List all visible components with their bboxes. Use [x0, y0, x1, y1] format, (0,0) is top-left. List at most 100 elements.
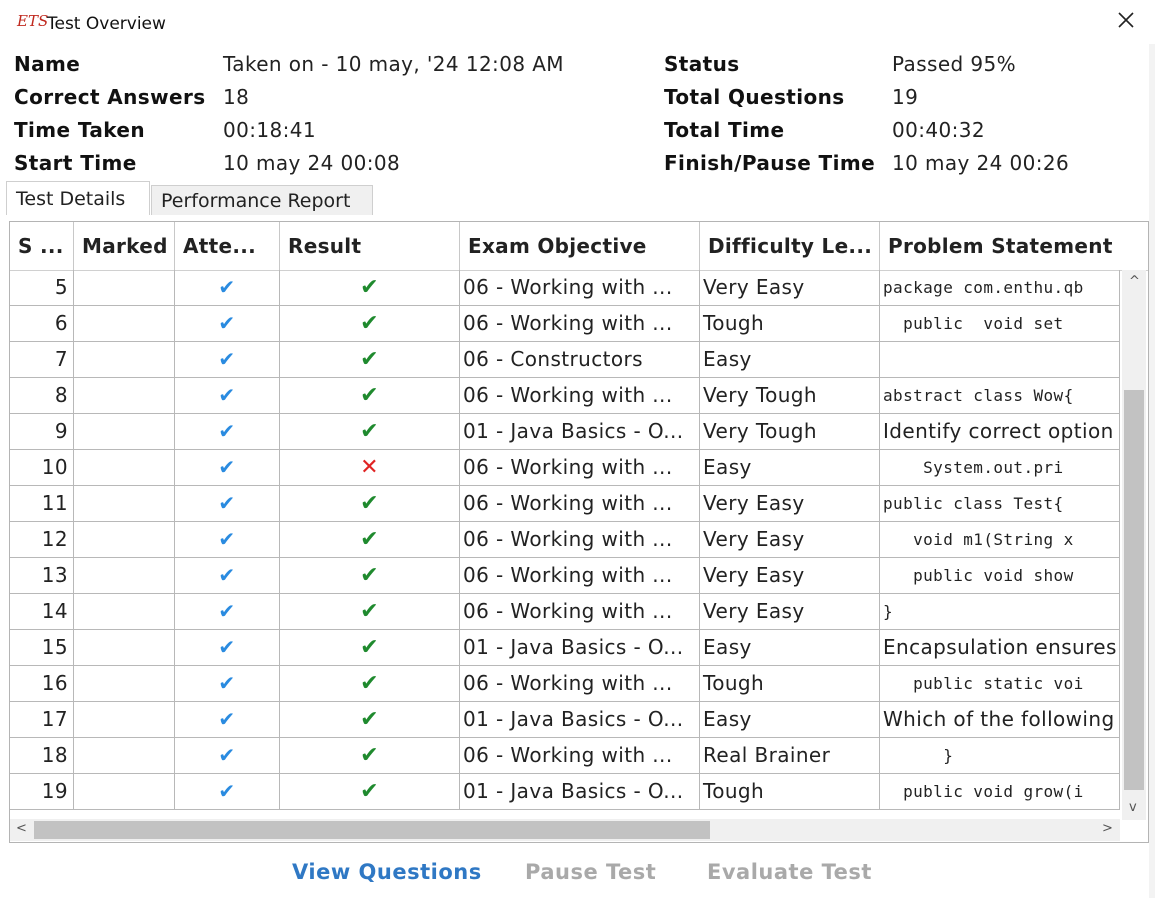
header-result[interactable]: Result — [280, 222, 460, 270]
attempted-check-icon: ✔ — [218, 419, 236, 443]
exam-objective-cell: 06 - Working with ... — [460, 594, 700, 629]
app-logo: ETS — [17, 12, 49, 30]
exam-objective-cell: 06 - Working with ... — [460, 378, 700, 413]
attempted-cell: ✔ — [175, 774, 280, 809]
view-questions-button[interactable]: View Questions — [292, 860, 482, 884]
results-table: S ... Marked Atte... Result Exam Objecti… — [9, 221, 1149, 843]
correct-check-icon: ✔ — [360, 311, 379, 336]
problem-statement-cell — [880, 342, 1120, 377]
attempted-cell: ✔ — [175, 306, 280, 341]
table-row[interactable]: 12 ✔ ✔ 06 - Working with ... Very Easy void … — [10, 522, 1120, 558]
table-row[interactable]: 10 ✔ ✕ 06 - Working with ... Easy System.out… — [10, 450, 1120, 486]
tab-performance-report[interactable]: Performance Report — [151, 185, 373, 215]
header-exam-objective[interactable]: Exam Objective — [460, 222, 700, 270]
time-taken-label: Time Taken — [14, 118, 145, 142]
total-questions-label: Total Questions — [664, 85, 845, 109]
difficulty-cell: Easy — [700, 342, 880, 377]
header-attempted[interactable]: Atte... — [175, 222, 280, 270]
marked-cell — [74, 486, 175, 521]
table-row[interactable]: 18 ✔ ✔ 06 - Working with ... Real Brainer } — [10, 738, 1120, 774]
exam-objective-cell: 01 - Java Basics - O... — [460, 630, 700, 665]
problem-statement-cell: public void set — [880, 306, 1120, 341]
result-cell: ✔ — [280, 630, 460, 665]
attempted-cell: ✔ — [175, 558, 280, 593]
correct-check-icon: ✔ — [360, 563, 379, 588]
scroll-left-icon[interactable]: < — [16, 821, 27, 836]
table-row[interactable]: 16 ✔ ✔ 06 - Working with ... Tough public st… — [10, 666, 1120, 702]
result-cell: ✔ — [280, 306, 460, 341]
scroll-down-icon[interactable]: v — [1129, 800, 1137, 815]
correct-check-icon: ✔ — [360, 779, 379, 804]
table-row[interactable]: 19 ✔ ✔ 01 - Java Basics - O... Tough public … — [10, 774, 1120, 810]
header-serial[interactable]: S ... — [10, 222, 74, 270]
start-time-value: 10 may 24 00:08 — [223, 151, 401, 175]
horizontal-scroll-thumb[interactable] — [34, 821, 710, 839]
marked-cell — [74, 378, 175, 413]
vertical-scrollbar[interactable]: ^ v — [1122, 270, 1146, 820]
attempted-check-icon: ✔ — [218, 743, 236, 767]
marked-cell — [74, 522, 175, 557]
attempted-check-icon: ✔ — [218, 635, 236, 659]
serial-cell: 19 — [10, 774, 74, 809]
title-bar: ETS Test Overview — [0, 0, 1155, 44]
exam-objective-cell: 06 - Working with ... — [460, 306, 700, 341]
header-problem-statement[interactable]: Problem Statement — [880, 222, 1148, 270]
footer-actions: View Questions Pause Test Evaluate Test — [0, 848, 1155, 898]
exam-objective-cell: 06 - Working with ... — [460, 486, 700, 521]
marked-cell — [74, 666, 175, 701]
table-row[interactable]: 14 ✔ ✔ 06 - Working with ... Very Easy} — [10, 594, 1120, 630]
pause-test-button[interactable]: Pause Test — [525, 860, 656, 884]
window-edge — [1149, 44, 1155, 898]
table-row[interactable]: 7 ✔ ✔ 06 - Constructors Easy — [10, 342, 1120, 378]
marked-cell — [74, 774, 175, 809]
exam-objective-cell: 06 - Working with ... — [460, 558, 700, 593]
problem-statement-cell: abstract class Wow{ — [880, 378, 1120, 413]
exam-objective-cell: 06 - Working with ... — [460, 270, 700, 305]
attempted-check-icon: ✔ — [218, 527, 236, 551]
difficulty-cell: Very Easy — [700, 486, 880, 521]
header-marked[interactable]: Marked — [74, 222, 175, 270]
table-row[interactable]: 9 ✔ ✔ 01 - Java Basics - O... Very Tough Iden… — [10, 414, 1120, 450]
serial-cell: 15 — [10, 630, 74, 665]
table-row[interactable]: 17 ✔ ✔ 01 - Java Basics - O... Easy Which of … — [10, 702, 1120, 738]
table-row[interactable]: 5 ✔ ✔ 06 - Working with ... Very Easy package… — [10, 270, 1120, 306]
horizontal-scrollbar[interactable]: < > — [10, 819, 1120, 841]
attempted-cell: ✔ — [175, 342, 280, 377]
vertical-scroll-thumb[interactable] — [1124, 390, 1144, 790]
serial-cell: 7 — [10, 342, 74, 377]
problem-statement-cell: public void grow(i — [880, 774, 1120, 809]
table-row[interactable]: 8 ✔ ✔ 06 - Working with ... Very Tough abstra… — [10, 378, 1120, 414]
marked-cell — [74, 342, 175, 377]
marked-cell — [74, 450, 175, 485]
difficulty-cell: Very Easy — [700, 522, 880, 557]
correct-answers-label: Correct Answers — [14, 85, 206, 109]
table-row[interactable]: 13 ✔ ✔ 06 - Working with ... Very Easy publi… — [10, 558, 1120, 594]
table-row[interactable]: 15 ✔ ✔ 01 - Java Basics - O... Easy Encapsula… — [10, 630, 1120, 666]
wrong-cross-icon: ✕ — [360, 455, 379, 480]
problem-statement-cell: System.out.pri — [880, 450, 1120, 485]
tab-test-details[interactable]: Test Details — [6, 181, 150, 215]
attempted-check-icon: ✔ — [218, 347, 236, 371]
header-difficulty[interactable]: Difficulty Le... — [700, 222, 880, 270]
correct-check-icon: ✔ — [360, 383, 379, 408]
result-cell: ✔ — [280, 774, 460, 809]
table-row[interactable]: 6 ✔ ✔ 06 - Working with ... Tough public voi… — [10, 306, 1120, 342]
total-time-value: 00:40:32 — [892, 118, 986, 142]
attempted-check-icon: ✔ — [218, 455, 236, 479]
close-icon[interactable] — [1117, 11, 1135, 33]
scroll-up-icon[interactable]: ^ — [1129, 274, 1140, 289]
close-button[interactable] — [1112, 8, 1140, 36]
attempted-cell: ✔ — [175, 522, 280, 557]
difficulty-cell: Tough — [700, 666, 880, 701]
difficulty-cell: Very Tough — [700, 378, 880, 413]
problem-statement-cell: Which of the following — [880, 702, 1120, 737]
evaluate-test-button[interactable]: Evaluate Test — [707, 860, 872, 884]
attempted-cell: ✔ — [175, 630, 280, 665]
scroll-right-icon[interactable]: > — [1102, 821, 1113, 836]
table-row[interactable]: 11 ✔ ✔ 06 - Working with ... Very Easy public… — [10, 486, 1120, 522]
attempted-cell: ✔ — [175, 270, 280, 305]
serial-cell: 12 — [10, 522, 74, 557]
difficulty-cell: Easy — [700, 630, 880, 665]
result-cell: ✔ — [280, 378, 460, 413]
attempted-check-icon: ✔ — [218, 311, 236, 335]
